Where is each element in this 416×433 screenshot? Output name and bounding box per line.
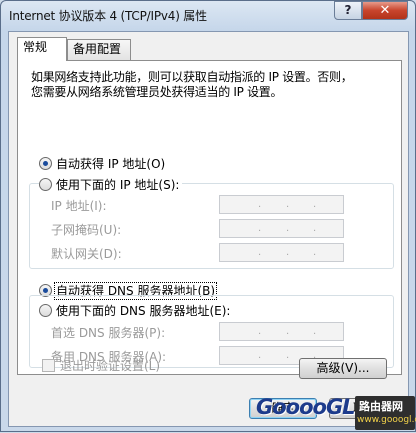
subnet-mask-field[interactable]: ... bbox=[219, 219, 344, 238]
subnet-mask-label: 子网掩码(U): bbox=[51, 223, 122, 237]
advanced-button[interactable]: 高级(V)... bbox=[299, 358, 387, 379]
tab-general[interactable]: 常规 bbox=[17, 37, 67, 61]
preferred-dns-label: 首选 DNS 服务器(P): bbox=[51, 326, 166, 340]
title-bar[interactable]: Internet 协议版本 4 (TCP/IPv4) 属性 ? ✕ bbox=[1, 1, 415, 31]
ip-address-label: IP 地址(I): bbox=[51, 199, 107, 213]
default-gateway-field[interactable]: ... bbox=[219, 243, 344, 262]
watermark-site-url: www.gooogl.cn bbox=[357, 415, 416, 425]
tab-alternate-configuration[interactable]: 备用配置 bbox=[67, 39, 131, 60]
radio-manual-dns[interactable]: 使用下面的 DNS 服务器地址(E): bbox=[39, 302, 234, 318]
radio-manual-ip-indicator[interactable] bbox=[39, 178, 52, 191]
dialog-client-area: 常规 备用配置 如果网络支持此功能，则可以获取自动指派的 IP 设置。否则， 您… bbox=[8, 31, 409, 427]
close-button[interactable]: ✕ bbox=[362, 1, 408, 20]
validate-checkbox-box[interactable] bbox=[42, 359, 55, 372]
general-tab-panel: 如果网络支持此功能，则可以获取自动指派的 IP 设置。否则， 您需要从网络系统管… bbox=[17, 60, 402, 375]
radio-auto-ip-indicator[interactable] bbox=[39, 157, 52, 170]
ip-address-field[interactable]: ... bbox=[219, 195, 344, 214]
intro-line-1: 如果网络支持此功能，则可以获取自动指派的 IP 设置。否则， bbox=[31, 70, 353, 84]
radio-auto-ip-label: 自动获得 IP 地址(O) bbox=[56, 157, 166, 171]
watermark: GooooGL 路由器网 www.gooogl.cn bbox=[251, 394, 416, 433]
watermark-logo: GooooGL bbox=[256, 395, 356, 419]
validate-on-exit-checkbox[interactable]: 退出时验证设置(L) bbox=[42, 357, 160, 374]
help-button[interactable]: ? bbox=[334, 1, 362, 20]
preferred-dns-field[interactable]: ... bbox=[219, 322, 344, 341]
intro-line-2: 您需要从网络系统管理员处获得适当的 IP 设置。 bbox=[31, 85, 283, 99]
radio-manual-dns-indicator[interactable] bbox=[39, 304, 52, 317]
intro-text: 如果网络支持此功能，则可以获取自动指派的 IP 设置。否则， 您需要从网络系统管… bbox=[31, 70, 393, 100]
radio-manual-ip-label: 使用下面的 IP 地址(S): bbox=[56, 178, 180, 192]
radio-auto-ip[interactable]: 自动获得 IP 地址(O) bbox=[39, 155, 165, 171]
watermark-site-name: 路由器网 bbox=[359, 400, 403, 413]
window-title: Internet 协议版本 4 (TCP/IPv4) 属性 bbox=[9, 9, 207, 23]
radio-manual-ip[interactable]: 使用下面的 IP 地址(S): bbox=[39, 176, 183, 192]
radio-manual-dns-label: 使用下面的 DNS 服务器地址(E): bbox=[56, 304, 231, 318]
dialog-window: Internet 协议版本 4 (TCP/IPv4) 属性 ? ✕ 常规 备用配… bbox=[0, 0, 416, 432]
watermark-site-badge: 路由器网 www.gooogl.cn bbox=[355, 396, 416, 430]
validate-checkbox-label: 退出时验证设置(L) bbox=[60, 359, 161, 373]
default-gateway-label: 默认网关(D): bbox=[51, 247, 122, 261]
